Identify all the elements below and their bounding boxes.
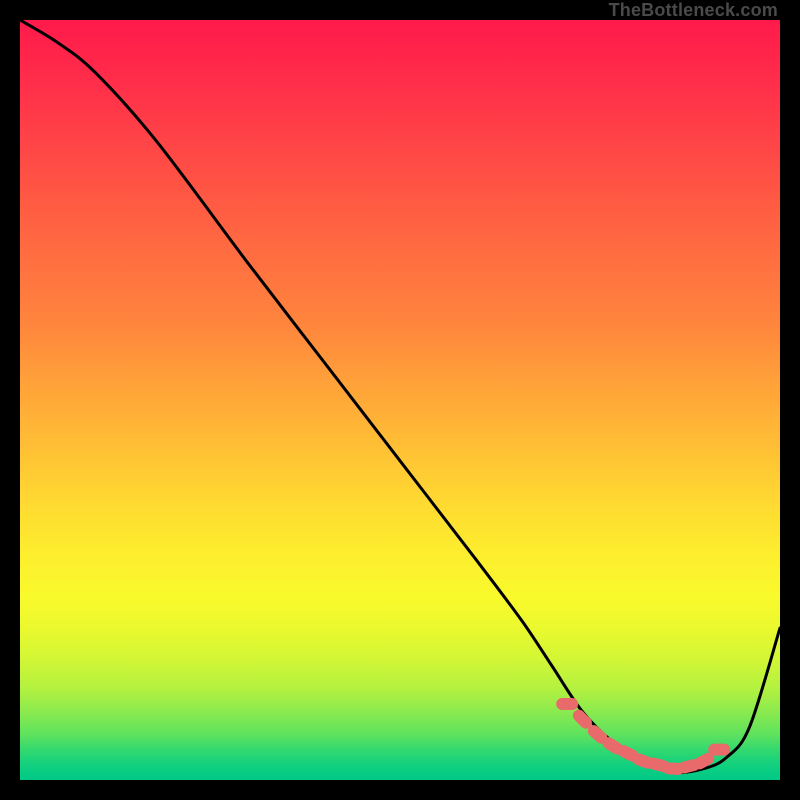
- chart-overlay: [20, 20, 780, 780]
- bottleneck-curve: [20, 20, 780, 773]
- optimum-marker: [708, 744, 730, 756]
- chart-container: TheBottleneck.com: [0, 0, 800, 800]
- optimum-marker: [556, 698, 578, 710]
- plot-area: [20, 20, 780, 780]
- curve-line: [20, 20, 780, 773]
- attribution-label: TheBottleneck.com: [609, 0, 778, 21]
